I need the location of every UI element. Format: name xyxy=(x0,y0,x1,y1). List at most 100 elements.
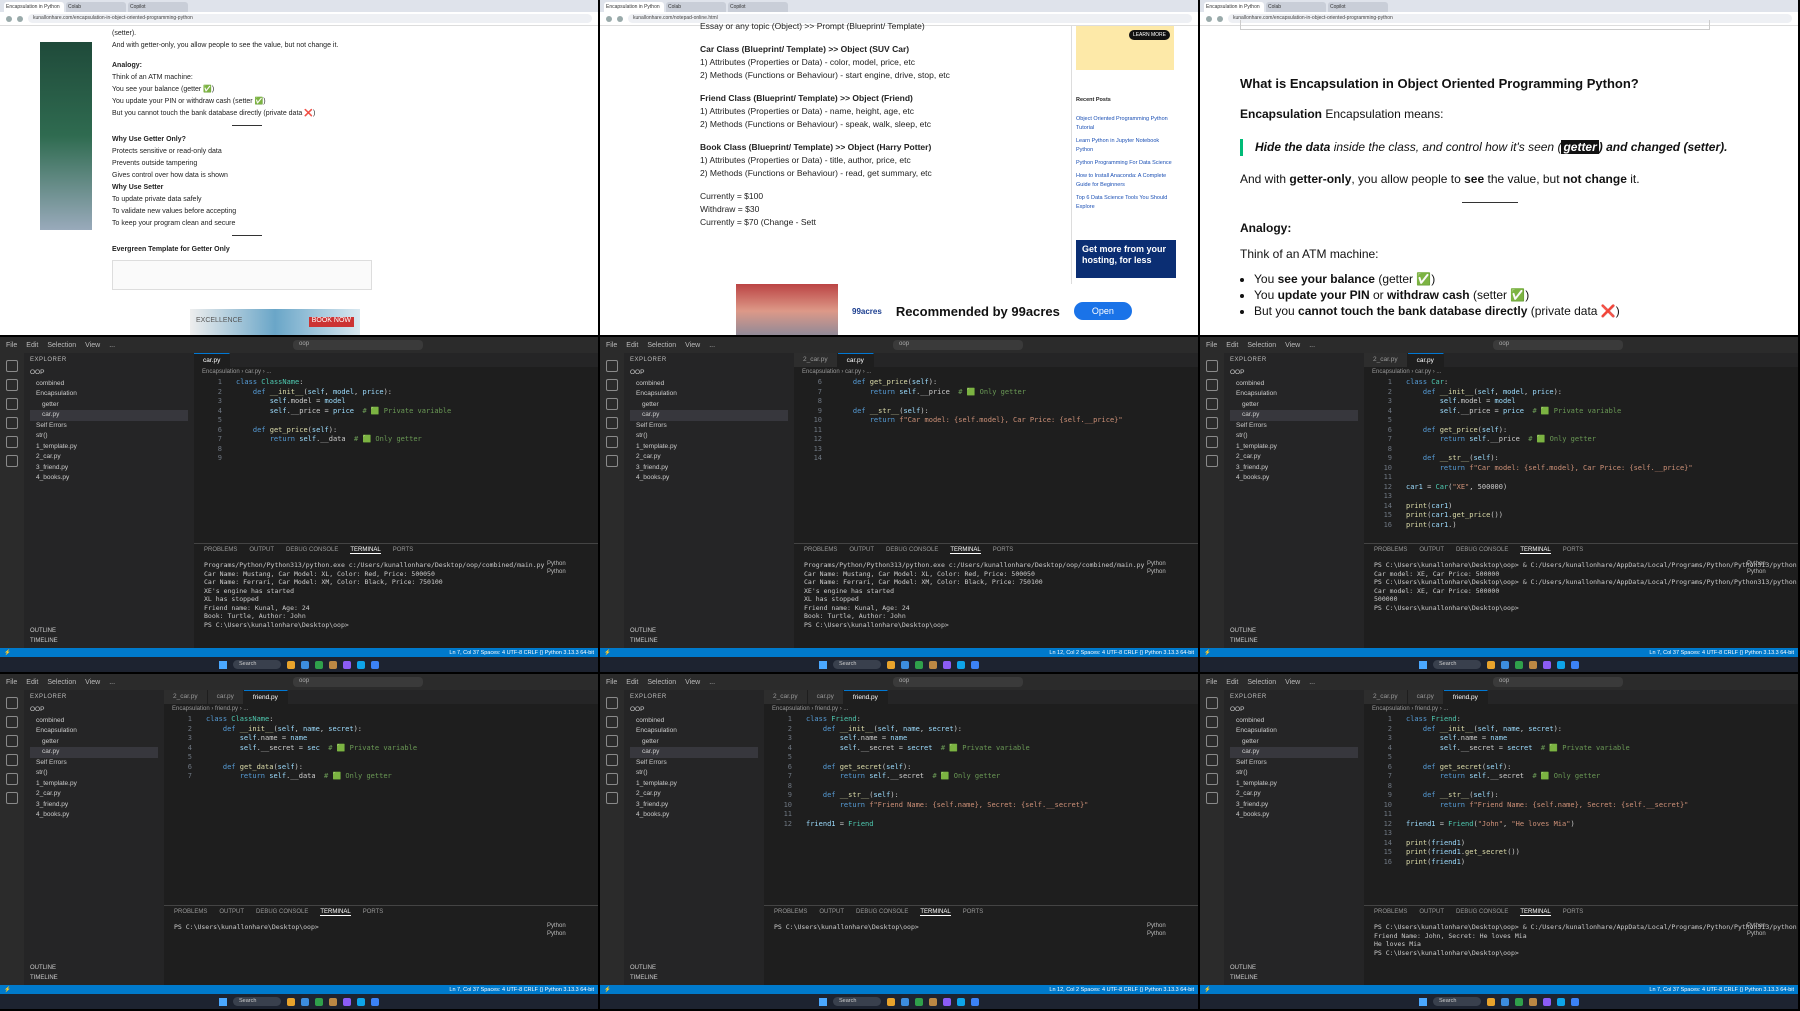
terminal-panel[interactable]: PROBLEMS OUTPUT DEBUG CONSOLE TERMINAL PORTS… xyxy=(1364,543,1798,648)
taskbar-app-icon[interactable] xyxy=(971,997,979,1006)
url-field[interactable]: kunallonhare.com/encapsulation-in-object… xyxy=(28,14,592,23)
taskbar-app-icon[interactable] xyxy=(915,660,923,669)
file-tree-item[interactable]: car.py xyxy=(30,410,188,421)
menu-item[interactable]: File xyxy=(606,342,617,349)
code-editor[interactable]: 6 def get_price(self): 7 return self.__pr… xyxy=(794,378,1198,464)
taskbar-app-icon[interactable] xyxy=(1571,997,1579,1006)
remote-icon[interactable]: ⚡ xyxy=(1204,987,1211,993)
banner-ad[interactable]: EXCELLENCE BOOK NOW xyxy=(190,309,360,335)
taskbar-app-icon[interactable] xyxy=(357,997,365,1006)
taskbar-search[interactable]: Search xyxy=(1433,997,1481,1006)
file-tree-item[interactable]: 1_template.py xyxy=(1230,779,1358,790)
editor-tab[interactable]: car.py xyxy=(1407,353,1444,367)
editor-area[interactable]: 2_car.py car.py friend.py Encapsulation › f… xyxy=(764,690,1198,985)
file-tree-item[interactable]: combined xyxy=(30,716,158,727)
editor-tab[interactable]: friend.py xyxy=(1443,690,1488,704)
menu-item[interactable]: File xyxy=(606,679,617,686)
file-tree-item[interactable]: 4_books.py xyxy=(630,473,788,484)
file-tree-item[interactable]: str() xyxy=(1230,431,1358,442)
terminal-instance[interactable]: Python xyxy=(544,922,592,930)
editor-tab[interactable]: car.py xyxy=(837,353,874,367)
run-debug-icon[interactable] xyxy=(1206,417,1218,429)
file-tree-item[interactable]: 3_friend.py xyxy=(630,463,788,474)
outline-section[interactable]: OUTLINE xyxy=(630,626,658,636)
terminal-output[interactable]: PS C:\Users\kunallonhare\Desktop\oop> xyxy=(164,919,598,936)
panel-tab[interactable]: OUTPUT xyxy=(849,547,874,554)
taskbar-search[interactable]: Search xyxy=(1433,660,1481,669)
panel-tab[interactable]: PORTS xyxy=(993,547,1014,554)
menu-item[interactable]: Selection xyxy=(647,342,676,349)
terminal-instance[interactable]: Python xyxy=(1744,922,1792,930)
terminal-panel[interactable]: PROBLEMS OUTPUT DEBUG CONSOLE TERMINAL PORTS… xyxy=(164,905,598,985)
taskbar-app-icon[interactable] xyxy=(1571,660,1579,669)
testing-icon[interactable] xyxy=(606,455,618,467)
taskbar-app-icon[interactable] xyxy=(1487,660,1495,669)
file-tree-item[interactable]: OOP xyxy=(630,705,758,716)
taskbar-app-icon[interactable] xyxy=(1529,660,1537,669)
taskbar-app-icon[interactable] xyxy=(915,997,923,1006)
panel-tab[interactable]: DEBUG CONSOLE xyxy=(886,547,938,554)
testing-icon[interactable] xyxy=(1206,792,1218,804)
editor-tab[interactable]: car.py xyxy=(1407,690,1444,704)
command-search[interactable]: oop xyxy=(1493,677,1624,687)
source-control-icon[interactable] xyxy=(6,398,18,410)
panel-tab[interactable]: PORTS xyxy=(1563,909,1584,916)
search-icon[interactable] xyxy=(1206,379,1218,391)
browser-tab[interactable]: Colab xyxy=(1266,2,1326,12)
terminal-panel[interactable]: PROBLEMS OUTPUT DEBUG CONSOLE TERMINAL PORTS… xyxy=(1364,905,1798,985)
terminal-instance[interactable]: Python xyxy=(544,560,592,568)
panel-tab[interactable]: TERMINAL xyxy=(950,547,981,554)
panel-tab[interactable]: OUTPUT xyxy=(819,909,844,916)
menu-item[interactable]: Edit xyxy=(1226,679,1238,686)
menu-item[interactable]: ... xyxy=(109,342,115,349)
menu-item[interactable]: Selection xyxy=(1247,342,1276,349)
taskbar-app-icon[interactable] xyxy=(1501,660,1509,669)
file-tree-item[interactable]: Self Errors xyxy=(30,421,188,432)
editor-tab[interactable]: car.py xyxy=(207,690,244,704)
file-tree-item[interactable]: Self Errors xyxy=(630,758,758,769)
panel-tab[interactable]: PORTS xyxy=(963,909,984,916)
taskbar-app-icon[interactable] xyxy=(1543,660,1551,669)
panel-tab[interactable]: OUTPUT xyxy=(1419,909,1444,916)
timeline-section[interactable]: TIMELINE xyxy=(30,973,58,983)
run-debug-icon[interactable] xyxy=(1206,754,1218,766)
file-tree-item[interactable]: 2_car.py xyxy=(30,452,188,463)
search-icon[interactable] xyxy=(606,379,618,391)
panel-tab[interactable]: PROBLEMS xyxy=(1374,909,1407,916)
editor-tab[interactable]: 2_car.py xyxy=(794,353,838,367)
taskbar-search[interactable]: Search xyxy=(833,997,881,1006)
outline-section[interactable]: OUTLINE xyxy=(30,626,58,636)
command-search[interactable]: oop xyxy=(1493,340,1624,350)
file-tree-item[interactable]: 1_template.py xyxy=(630,779,758,790)
file-tree-item[interactable]: 1_template.py xyxy=(30,442,188,453)
testing-icon[interactable] xyxy=(6,455,18,467)
file-tree-item[interactable]: car.py xyxy=(1230,410,1358,421)
file-tree-item[interactable]: getter xyxy=(30,737,158,748)
ad-book-button[interactable]: BOOK NOW xyxy=(308,317,354,327)
file-tree-item[interactable]: car.py xyxy=(630,747,758,758)
terminal-panel[interactable]: PROBLEMS OUTPUT DEBUG CONSOLE TERMINAL PORTS… xyxy=(194,543,598,648)
menu-item[interactable]: File xyxy=(6,679,17,686)
code-editor[interactable]: 1 class ClassName: 2 def __init__(self, mo… xyxy=(194,378,598,464)
start-icon[interactable] xyxy=(1419,997,1427,1006)
panel-tab[interactable]: OUTPUT xyxy=(219,909,244,916)
extensions-icon[interactable] xyxy=(1206,773,1218,785)
panel-tab[interactable]: DEBUG CONSOLE xyxy=(286,547,338,554)
file-tree-item[interactable]: Encapsulation xyxy=(30,389,188,400)
editor-tab[interactable]: friend.py xyxy=(243,690,288,704)
file-tree-item[interactable]: combined xyxy=(30,379,188,390)
panel-tab[interactable]: TERMINAL xyxy=(920,909,951,916)
search-icon[interactable] xyxy=(606,716,618,728)
source-control-icon[interactable] xyxy=(6,735,18,747)
taskbar-app-icon[interactable] xyxy=(1501,997,1509,1006)
panel-tab[interactable]: PROBLEMS xyxy=(804,547,837,554)
command-search[interactable]: oop xyxy=(893,677,1024,687)
editor-area[interactable]: car.py Encapsulation › car.py › ... 1 class… xyxy=(194,353,598,648)
editor-area[interactable]: 2_car.py car.py friend.py Encapsulation › f… xyxy=(164,690,598,985)
file-tree-item[interactable]: Encapsulation xyxy=(1230,726,1358,737)
remote-icon[interactable]: ⚡ xyxy=(1204,650,1211,656)
notepad-text[interactable]: Essay or any topic (Object) >> Prompt (B… xyxy=(700,21,1100,229)
file-tree-item[interactable]: OOP xyxy=(1230,705,1358,716)
taskbar-app-icon[interactable] xyxy=(887,660,895,669)
taskbar-app-icon[interactable] xyxy=(343,660,351,669)
